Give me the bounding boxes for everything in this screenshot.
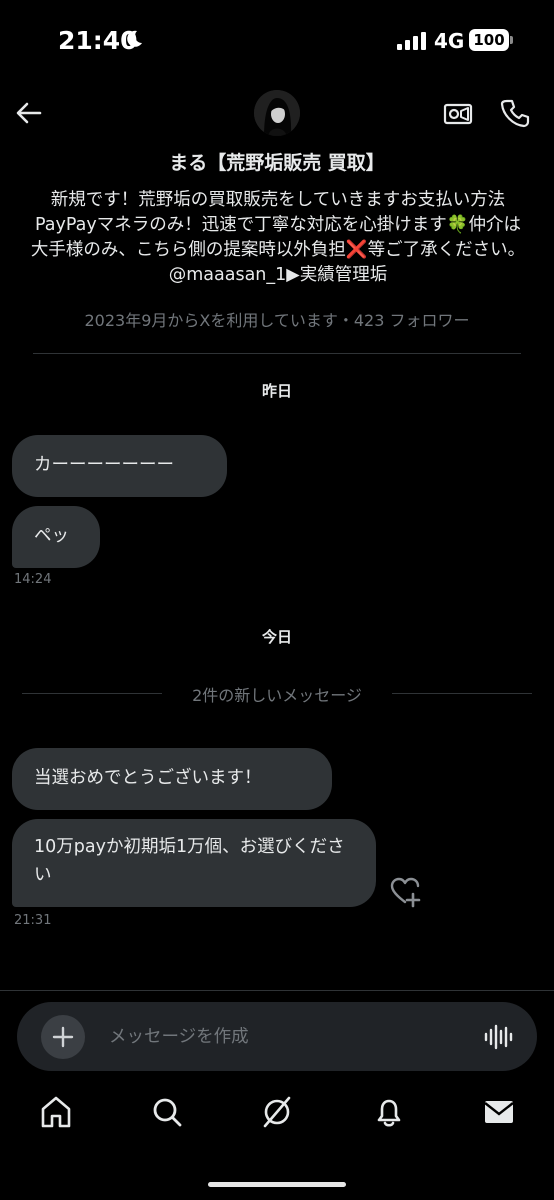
- profile-meta: 2023年9月からXを利用しています・423 フォロワー: [84, 311, 470, 330]
- signal-icon: [397, 32, 426, 50]
- phone-call-icon[interactable]: [500, 98, 530, 128]
- message-input[interactable]: [109, 1023, 469, 1051]
- message-timestamp: 14:24: [14, 572, 52, 587]
- new-messages-label: 2件の新しいメッセージ: [182, 686, 372, 705]
- avatar[interactable]: [254, 90, 300, 136]
- message-bubble[interactable]: カーーーーーーー: [12, 435, 227, 497]
- message-text: 当選おめでとうございます！: [34, 768, 262, 788]
- tab-bar: [0, 1090, 554, 1150]
- battery-level: 100: [469, 29, 509, 51]
- search-icon[interactable]: [145, 1090, 189, 1134]
- notifications-icon[interactable]: [367, 1090, 411, 1134]
- messages-icon[interactable]: [477, 1090, 521, 1134]
- voice-message-icon[interactable]: [483, 1022, 513, 1052]
- status-bar: 21:40 4G 100: [0, 0, 554, 84]
- message-text: ペッ: [34, 526, 69, 546]
- moon-icon: [127, 30, 142, 47]
- battery-nub: [510, 36, 513, 44]
- divider: [33, 353, 521, 354]
- network-type: 4G: [434, 29, 465, 53]
- message-bubble[interactable]: ペッ: [12, 506, 100, 568]
- video-call-icon[interactable]: [443, 99, 473, 129]
- new-messages-divider: 2件の新しいメッセージ: [22, 680, 532, 706]
- react-heart-plus-icon[interactable]: [389, 876, 421, 908]
- message-timestamp: 21:31: [14, 913, 52, 928]
- day-label-yesterday: 昨日: [261, 382, 292, 400]
- message-text: 10万payか初期垢1万個、お選びください: [34, 837, 345, 885]
- avatar-image: [254, 90, 300, 136]
- add-attachment-button[interactable]: [41, 1015, 85, 1059]
- back-arrow-icon[interactable]: [14, 98, 44, 128]
- message-bubble[interactable]: 当選おめでとうございます！: [12, 748, 332, 810]
- grok-icon[interactable]: [255, 1090, 299, 1134]
- home-indicator: [208, 1182, 346, 1187]
- message-bubble[interactable]: 10万payか初期垢1万個、お選びください: [12, 819, 376, 907]
- profile-name[interactable]: まる【荒野垢販売 買取】: [0, 148, 554, 175]
- message-composer: [17, 1002, 537, 1071]
- day-label-today: 今日: [261, 628, 292, 646]
- profile-bio: 新規です！荒野垢の買取販売をしていきますお支払い方法PayPayマネラのみ！迅速…: [30, 190, 526, 285]
- message-text: カーーーーーーー: [34, 455, 174, 475]
- divider: [0, 990, 554, 991]
- home-icon[interactable]: [34, 1090, 78, 1134]
- plus-icon: [52, 1026, 74, 1048]
